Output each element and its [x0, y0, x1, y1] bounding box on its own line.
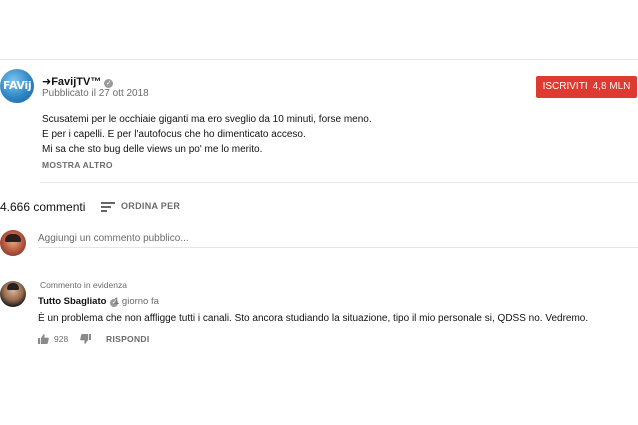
- thumbs-down-icon[interactable]: [80, 334, 91, 344]
- sort-icon[interactable]: [101, 201, 115, 212]
- pinned-label: Commento in evidenza: [40, 280, 127, 290]
- description-line: E per i capelli. E per l'autofocus che h…: [42, 129, 306, 140]
- top-divider: [0, 59, 638, 60]
- subscribe-label: ISCRIVITI: [542, 81, 588, 92]
- description-divider: [40, 182, 638, 183]
- description-line: Mi sa che sto bug delle views un po' me …: [42, 144, 263, 155]
- verified-icon: ✓: [104, 79, 114, 88]
- channel-name-text: ➜FavijTV™: [42, 76, 102, 88]
- sort-button[interactable]: ORDINA PER: [121, 201, 180, 211]
- thumbs-up-icon[interactable]: [38, 334, 49, 344]
- commenter-avatar[interactable]: [0, 281, 26, 307]
- comment-text: È un problema che non affligge tutti i c…: [38, 313, 589, 324]
- description-line: Scusatemi per le occhiaie giganti ma ero…: [42, 114, 372, 125]
- comment-count: 4.666 commenti: [0, 200, 86, 214]
- channel-avatar-text: FAVij: [3, 79, 32, 92]
- user-avatar: [0, 230, 26, 256]
- like-count: 928: [54, 334, 69, 344]
- show-more-button[interactable]: MOSTRA ALTRO: [42, 160, 113, 170]
- channel-name[interactable]: ➜FavijTV™ ✓: [42, 75, 114, 88]
- comment-input-underline: [38, 247, 638, 248]
- comment-author-name: Tutto Sbagliato: [38, 296, 107, 307]
- subscribe-button[interactable]: ISCRIVITI 4,8 MLN: [536, 76, 637, 98]
- subscriber-count: 4,8 MLN: [592, 81, 631, 92]
- reply-button[interactable]: RISPONDI: [106, 334, 150, 344]
- comment-time[interactable]: 1 giorno fa: [114, 296, 159, 307]
- comment-author[interactable]: Tutto Sbagliato ✓: [38, 296, 119, 307]
- publish-date: Pubblicato il 27 ott 2018: [42, 88, 149, 99]
- channel-avatar[interactable]: FAVij: [0, 69, 34, 103]
- add-comment-input[interactable]: Aggiungi un commento pubblico...: [38, 233, 189, 244]
